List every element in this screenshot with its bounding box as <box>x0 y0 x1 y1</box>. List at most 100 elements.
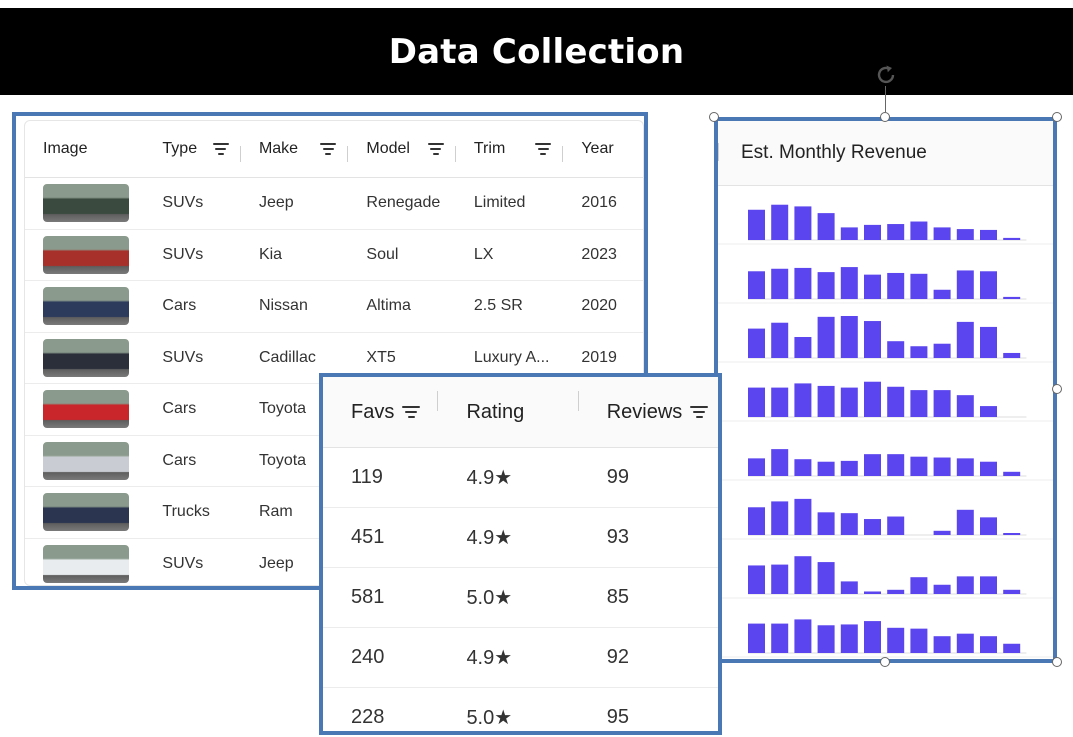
revenue-header-label: Est. Monthly Revenue <box>741 142 927 163</box>
revenue-bar <box>910 456 928 476</box>
resize-handle-top-right[interactable] <box>1052 112 1062 122</box>
cell-image <box>25 184 144 223</box>
column-header-trim[interactable]: Trim <box>456 140 564 162</box>
cell-image <box>25 287 144 326</box>
revenue-bar <box>771 322 789 358</box>
table-row[interactable]: 581 5.0★ 85 <box>323 568 718 628</box>
revenue-bar <box>933 227 951 240</box>
vehicle-thumbnail[interactable] <box>43 287 129 326</box>
filter-icon[interactable] <box>535 143 552 155</box>
cell-rating: 4.9★ <box>466 467 513 489</box>
revenue-bar <box>980 406 997 417</box>
revenue-header: Est. Monthly Revenue <box>718 121 1053 186</box>
cell-text: Nissan <box>258 297 308 315</box>
filter-icon[interactable] <box>690 406 709 418</box>
cell-text: Ram <box>258 503 293 521</box>
revenue-bar <box>771 204 789 240</box>
cell-model: Altima <box>348 297 455 315</box>
revenue-bar <box>956 458 974 476</box>
column-header-year[interactable]: Year <box>563 140 643 158</box>
column-label: Reviews <box>606 400 683 423</box>
cell-text: LX <box>473 245 494 263</box>
table-row[interactable]: SUVs Jeep Renegade Limited 2016 <box>25 178 643 230</box>
revenue-bar <box>887 454 905 476</box>
cell-type: SUVs <box>144 349 241 367</box>
cell-model: XT5 <box>348 349 455 367</box>
revenue-bar <box>887 341 905 358</box>
table-row[interactable]: 228 5.0★ 95 <box>323 688 718 731</box>
revenue-bar <box>794 383 812 417</box>
vehicle-thumbnail[interactable] <box>43 338 129 377</box>
revenue-bar <box>933 584 951 594</box>
cell-make: Nissan <box>241 297 348 315</box>
revenue-bar <box>956 576 974 594</box>
filter-icon[interactable] <box>320 143 337 155</box>
table-row[interactable]: 451 4.9★ 93 <box>323 508 718 568</box>
cell-image <box>25 441 144 480</box>
revenue-bar <box>748 458 765 476</box>
revenue-bar <box>748 209 765 240</box>
filter-icon[interactable] <box>212 143 229 155</box>
revenue-bar <box>933 457 951 476</box>
cell-text: Jeep <box>258 194 294 212</box>
cell-year: 2019 <box>563 349 643 367</box>
revenue-bar <box>864 321 881 358</box>
resize-handle-top[interactable] <box>880 112 890 122</box>
cell-text: SUVs <box>162 554 204 572</box>
vehicle-thumbnail[interactable] <box>43 235 129 274</box>
revenue-bar <box>840 316 858 358</box>
column-label: Favs <box>351 400 395 423</box>
revenue-bar <box>840 624 858 653</box>
revenue-bar <box>817 385 835 417</box>
revenue-panel[interactable]: Est. Monthly Revenue <box>714 117 1057 663</box>
revenue-bar <box>933 390 951 417</box>
revenue-bar <box>910 273 928 299</box>
cell-make: Cadillac <box>241 349 348 367</box>
cell-text: 2020 <box>581 297 617 315</box>
column-header-reviews[interactable]: Reviews <box>579 401 718 424</box>
table-row[interactable]: 119 4.9★ 99 <box>323 448 718 508</box>
column-label: Trim <box>473 140 506 157</box>
filter-icon[interactable] <box>402 406 421 418</box>
column-label: Rating <box>466 400 525 423</box>
table-row[interactable]: Cars Nissan Altima 2.5 SR 2020 <box>25 281 643 333</box>
cell-text: SUVs <box>162 194 204 212</box>
cell-year: 2023 <box>563 246 643 264</box>
revenue-bar <box>1003 589 1021 594</box>
table-row[interactable]: SUVs Kia Soul LX 2023 <box>25 230 643 281</box>
column-header-favs[interactable]: Favs <box>323 390 439 424</box>
filter-icon[interactable] <box>427 143 444 155</box>
column-header-type[interactable]: Type <box>144 140 241 162</box>
revenue-bar <box>1003 296 1021 299</box>
revenue-bar <box>956 509 974 535</box>
cell-type: Trucks <box>144 503 241 521</box>
revenue-bar <box>771 449 789 476</box>
resize-handle-bottom-right[interactable] <box>1052 657 1062 667</box>
cell-rating: 4.9★ <box>466 527 513 549</box>
cell-text: Trucks <box>162 503 210 521</box>
vehicle-thumbnail[interactable] <box>43 544 129 583</box>
cell-text: XT5 <box>366 348 396 366</box>
cell-text: Cars <box>162 400 197 418</box>
cell-text: Luxury A... <box>473 348 550 366</box>
vehicle-thumbnail[interactable] <box>43 184 129 223</box>
column-header-rating[interactable]: Rating <box>438 390 579 424</box>
column-header-model[interactable]: Model <box>348 140 456 162</box>
revenue-bar <box>1003 471 1021 476</box>
table-row[interactable]: 240 4.9★ 92 <box>323 628 718 688</box>
vehicle-thumbnail[interactable] <box>43 493 129 532</box>
resize-handle-right[interactable] <box>1052 384 1062 394</box>
column-header-make[interactable]: Make <box>241 140 349 162</box>
resize-handle-bottom[interactable] <box>880 657 890 667</box>
rotate-icon[interactable] <box>873 62 899 88</box>
revenue-bar <box>840 460 858 476</box>
resize-handle-top-left[interactable] <box>709 112 719 122</box>
revenue-bar <box>887 224 905 240</box>
vehicle-thumbnail[interactable] <box>43 390 129 429</box>
revenue-bar <box>748 387 765 417</box>
rotate-connector <box>885 86 886 112</box>
vehicle-thumbnail[interactable] <box>43 441 129 480</box>
revenue-bar <box>817 562 835 594</box>
column-header-image[interactable]: Image <box>25 140 144 158</box>
revenue-bar <box>980 271 997 299</box>
